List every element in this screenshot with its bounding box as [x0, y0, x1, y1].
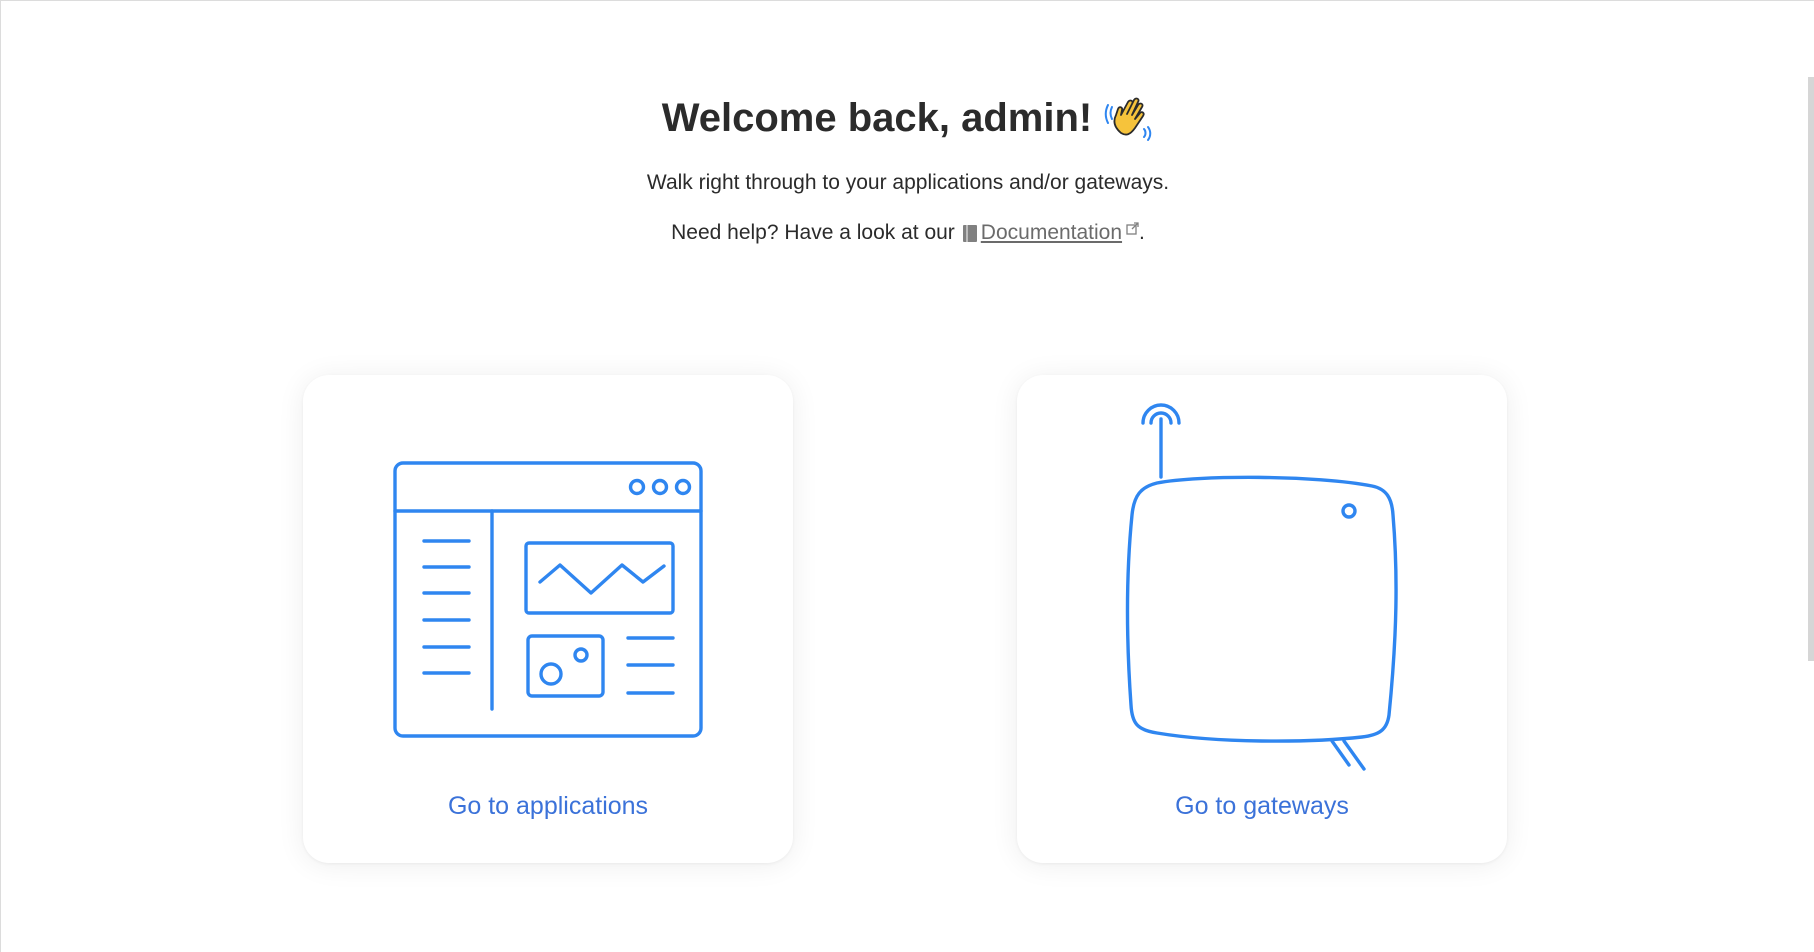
application-dashboard-icon: [393, 461, 703, 738]
waving-hand-icon: [1105, 97, 1152, 141]
welcome-title-text: Welcome back, admin!: [661, 96, 1093, 140]
home-page: Welcome back, admin! Walk right through …: [0, 0, 1814, 952]
welcome-header: Welcome back, admin! Walk right through …: [1, 89, 1814, 247]
help-prefix: Need help? Have a look at our: [671, 221, 955, 244]
gateways-card[interactable]: Go to gateways: [1017, 375, 1507, 863]
applications-card[interactable]: Go to applications: [303, 375, 793, 863]
go-to-applications-label[interactable]: Go to applications: [303, 789, 793, 823]
go-to-gateways-label[interactable]: Go to gateways: [1017, 789, 1507, 823]
welcome-subtitle: Walk right through to your applications …: [646, 171, 1170, 194]
help-suffix: .: [1139, 221, 1145, 244]
external-link-icon: [1126, 221, 1139, 235]
page-title: Welcome back, admin!: [662, 89, 1155, 147]
book-icon: [962, 224, 977, 242]
documentation-link[interactable]: Documentation: [981, 219, 1122, 247]
gateway-device-icon: [1125, 403, 1398, 771]
help-line: Need help? Have a look at our Documentat…: [671, 219, 1145, 247]
